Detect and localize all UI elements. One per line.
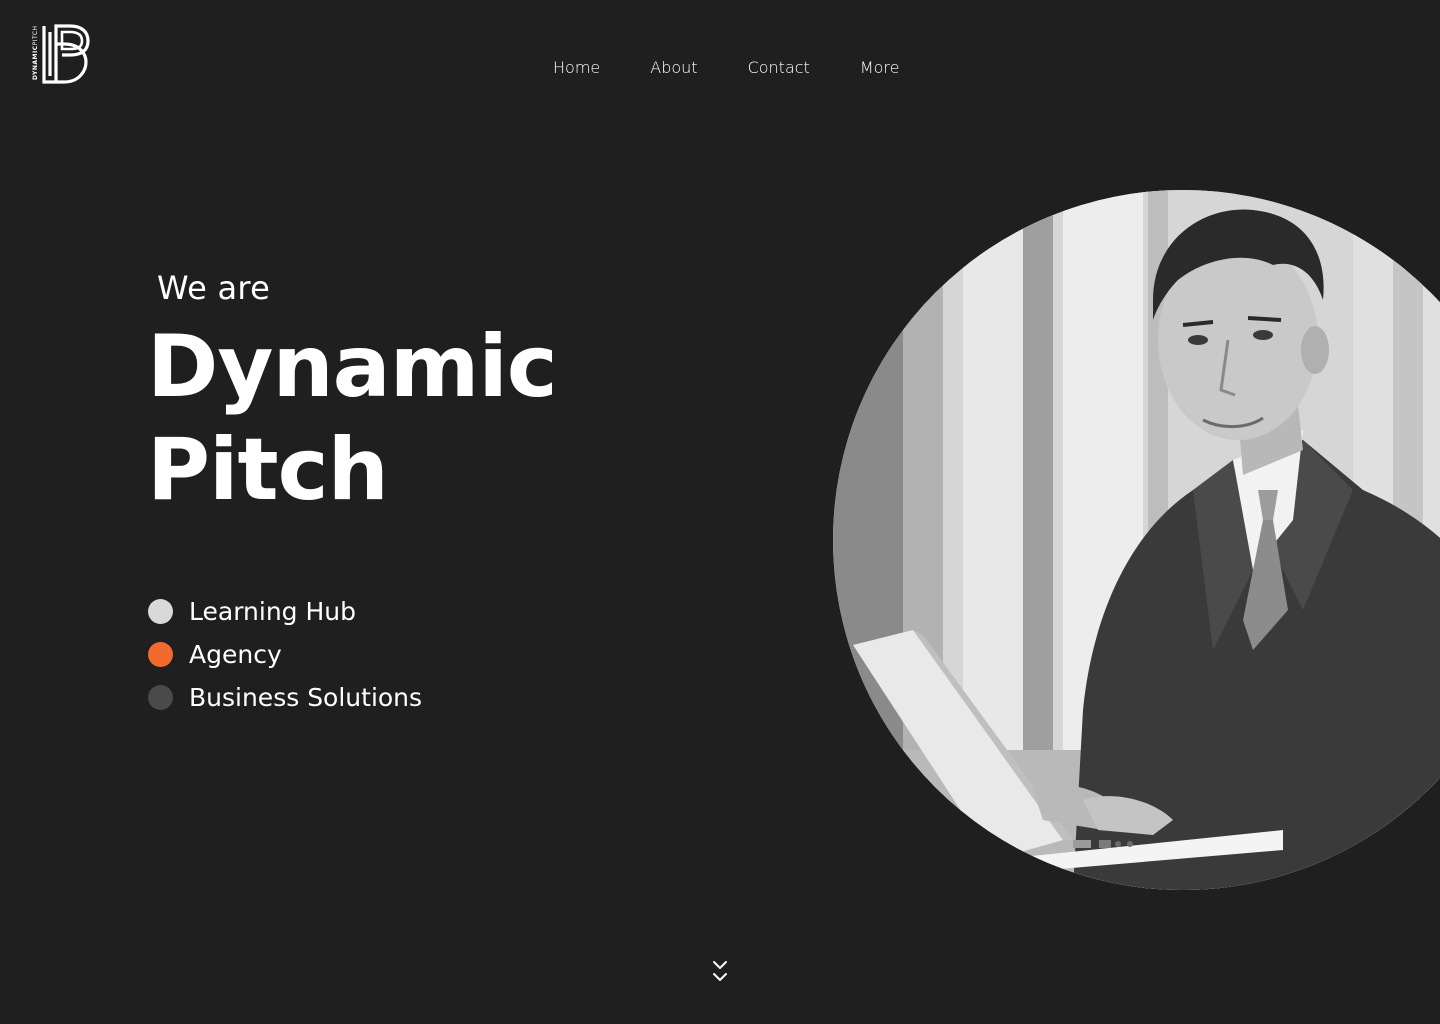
double-chevron-down-icon: [713, 961, 727, 981]
hero-photo: [833, 190, 1440, 890]
hero-title-line-1: Dynamic: [147, 317, 558, 417]
services-list: Learning Hub Agency Business Solutions: [148, 590, 422, 719]
service-item-agency[interactable]: Agency: [148, 633, 422, 676]
dp-monogram-icon: [42, 24, 90, 84]
service-label: Agency: [189, 639, 282, 669]
hero-title: Dynamic Pitch: [147, 316, 558, 522]
main-nav: Home About Contact More: [553, 58, 899, 78]
service-dot-icon: [148, 685, 173, 710]
service-label: Business Solutions: [189, 682, 423, 712]
nav-about-link[interactable]: About: [650, 58, 697, 78]
service-label: Learning Hub: [189, 596, 356, 626]
nav-more-link[interactable]: More: [860, 58, 900, 78]
hero-title-line-2: Pitch: [147, 420, 389, 520]
businessman-illustration: [833, 190, 1440, 890]
service-dot-icon: [148, 642, 173, 667]
hero-intro: We are: [157, 269, 271, 307]
landing-page: DYNAMICPITCH Home About Contact More We …: [0, 0, 1440, 1024]
logo-vertical-text: DYNAMICPITCH: [32, 25, 39, 81]
service-item-learning-hub[interactable]: Learning Hub: [148, 590, 422, 633]
service-item-business-solutions[interactable]: Business Solutions: [148, 676, 422, 719]
nav-home-link[interactable]: Home: [553, 58, 600, 78]
nav-contact-link[interactable]: Contact: [748, 58, 810, 78]
brand-logo[interactable]: DYNAMICPITCH: [32, 22, 94, 86]
scroll-down-button[interactable]: [711, 960, 729, 984]
service-dot-icon: [148, 599, 173, 624]
